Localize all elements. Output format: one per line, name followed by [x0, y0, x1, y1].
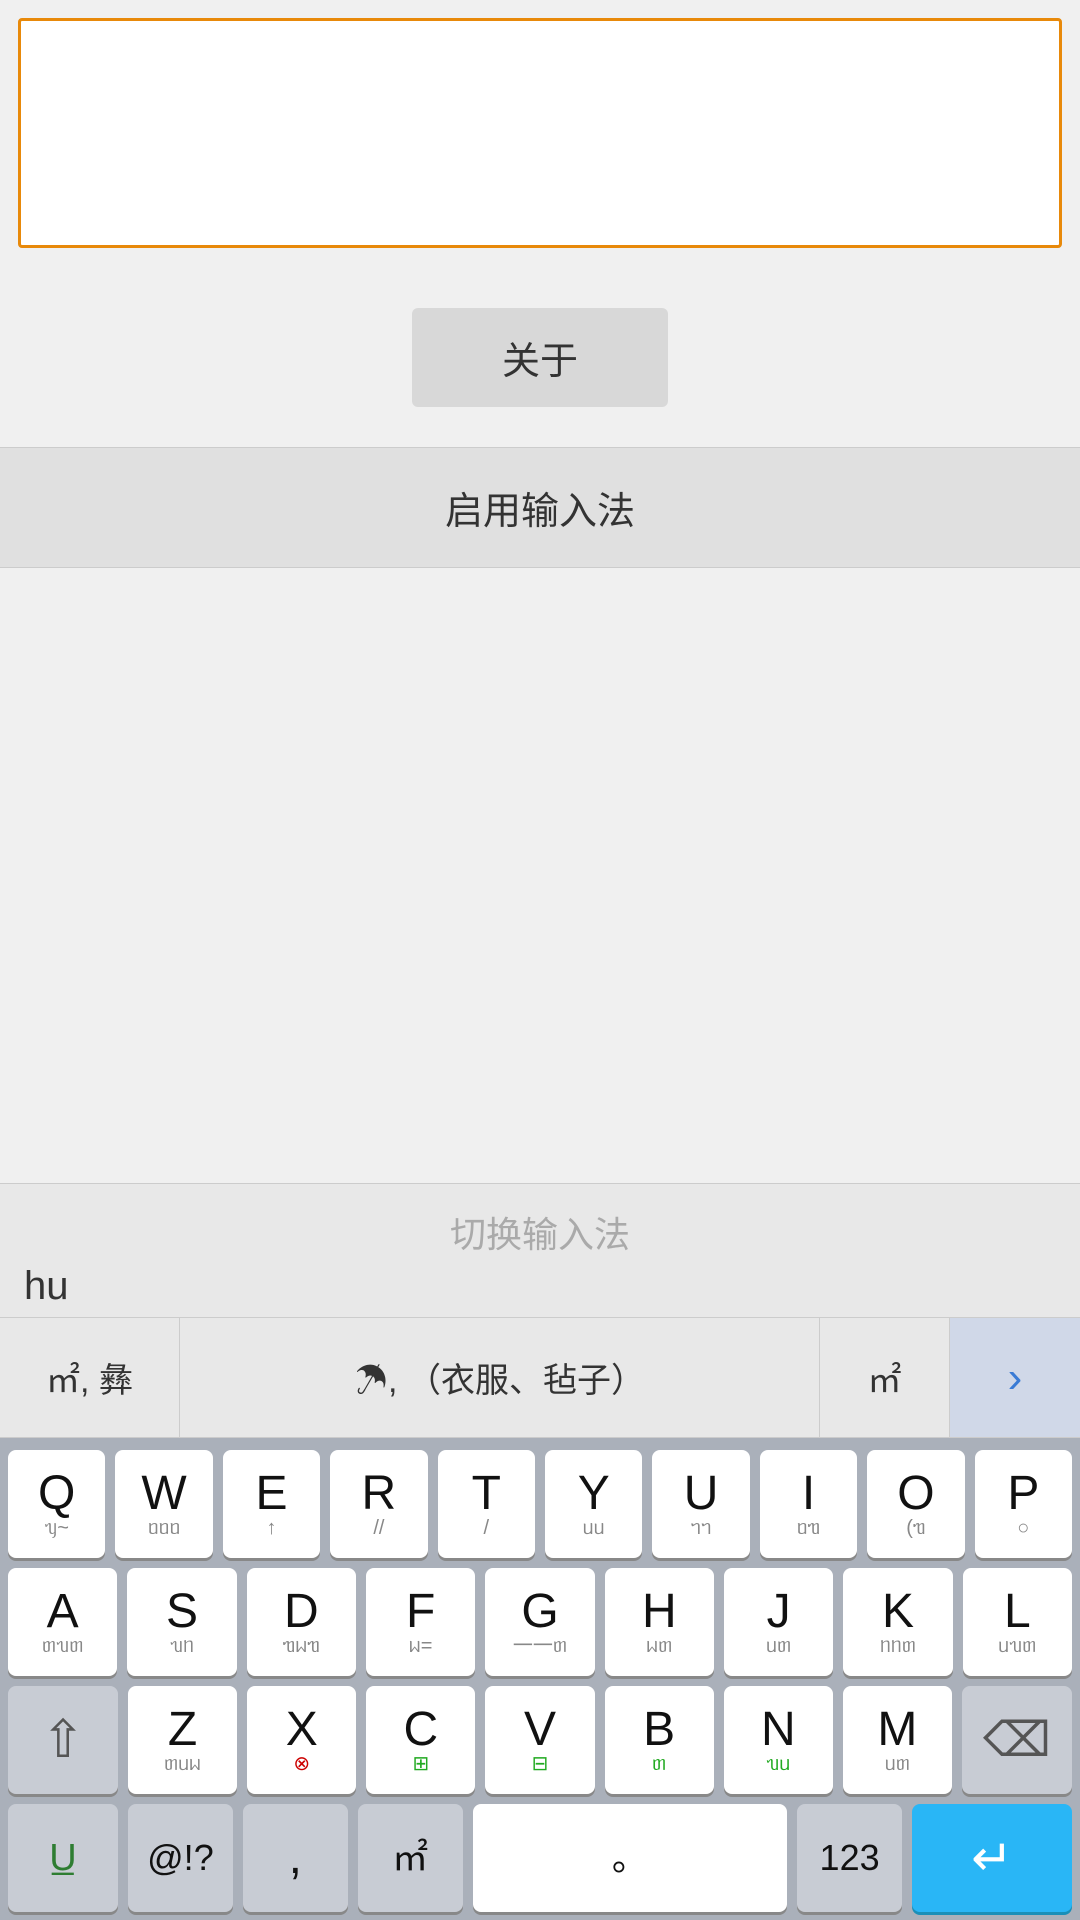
key-R[interactable]: R //: [330, 1450, 427, 1558]
enable-ime-button[interactable]: 启用输入法: [0, 447, 1080, 568]
shift-icon: ⇧: [41, 1710, 85, 1770]
candidate-item-1[interactable]: ☂, （衣服、毡子）: [180, 1318, 820, 1437]
key-L[interactable]: L ᥙᥔᥖ: [963, 1568, 1072, 1676]
key-S[interactable]: S ᥔᥒ: [127, 1568, 236, 1676]
ime-container: 切换输入法 hu ㎡, 彝 ☂, （衣服、毡子） ㎡ › Q ᥡ~ W ᥝᥝᥝ: [0, 1183, 1080, 1920]
key-E[interactable]: E ↑: [223, 1450, 320, 1558]
key-V[interactable]: V ⊟: [485, 1686, 594, 1794]
switch-ime-bar[interactable]: 切换输入法 hu: [0, 1183, 1080, 1318]
key-Q[interactable]: Q ᥡ~: [8, 1450, 105, 1558]
num-key[interactable]: 123: [797, 1804, 902, 1912]
key-F[interactable]: F ᥕ=: [366, 1568, 475, 1676]
key-X[interactable]: X ⊗: [247, 1686, 356, 1794]
key-row-2: A ᥖᥔᥖ S ᥔᥒ D ᥓᥕᥓ F ᥕ= G 一一ᥖ H ᥕᥖ: [8, 1568, 1072, 1676]
key-J[interactable]: J ᥙᥖ: [724, 1568, 833, 1676]
about-button[interactable]: 关于: [412, 308, 668, 407]
backspace-icon: ⌫: [983, 1712, 1051, 1768]
enter-key[interactable]: ↵: [912, 1804, 1072, 1912]
space-key[interactable]: 。: [473, 1804, 788, 1912]
keyboard: Q ᥡ~ W ᥝᥝᥝ E ↑ R // T / Y ᥙᥙ: [0, 1438, 1080, 1920]
candidate-item-2[interactable]: ㎡: [820, 1318, 950, 1437]
key-P[interactable]: P ○: [975, 1450, 1072, 1558]
key-row-4: U̲ @!? , ㎡ 。 123 ↵: [8, 1804, 1072, 1912]
key-T[interactable]: T /: [438, 1450, 535, 1558]
candidate-text-2: ㎡: [868, 1353, 902, 1402]
typed-text: hu: [20, 1264, 1060, 1309]
lang-key[interactable]: U̲: [8, 1804, 118, 1912]
candidate-text-0: ㎡, 彝: [46, 1353, 133, 1402]
middle-area: 关于 启用输入法: [0, 248, 1080, 1183]
key-W[interactable]: W ᥝᥝᥝ: [115, 1450, 212, 1558]
candidate-bar: ㎡, 彝 ☂, （衣服、毡子） ㎡ ›: [0, 1318, 1080, 1438]
key-U[interactable]: U ᥐᥐ: [652, 1450, 749, 1558]
key-H[interactable]: H ᥕᥖ: [605, 1568, 714, 1676]
key-B[interactable]: B ᥖ: [605, 1686, 714, 1794]
candidate-item-0[interactable]: ㎡, 彝: [0, 1318, 180, 1437]
key-Y[interactable]: Y ᥙᥙ: [545, 1450, 642, 1558]
text-input-area[interactable]: [18, 18, 1062, 248]
key-K[interactable]: K ᥒᥒᥖ: [843, 1568, 952, 1676]
special-char-key[interactable]: @!?: [128, 1804, 233, 1912]
key-A[interactable]: A ᥖᥔᥖ: [8, 1568, 117, 1676]
input-method-key[interactable]: ㎡: [358, 1804, 463, 1912]
shift-key[interactable]: ⇧: [8, 1686, 118, 1794]
key-O[interactable]: O (ᥓ: [867, 1450, 964, 1558]
chevron-right-icon: ›: [1008, 1353, 1023, 1403]
key-row-1: Q ᥡ~ W ᥝᥝᥝ E ↑ R // T / Y ᥙᥙ: [8, 1450, 1072, 1558]
key-N[interactable]: N ᥔᥙ: [724, 1686, 833, 1794]
key-D[interactable]: D ᥓᥕᥓ: [247, 1568, 356, 1676]
key-M[interactable]: M ᥙᥖ: [843, 1686, 952, 1794]
backspace-key[interactable]: ⌫: [962, 1686, 1072, 1794]
key-row-3: ⇧ Z ᥖᥙᥕ X ⊗ C ⊞ V ⊟ B ᥖ N: [8, 1686, 1072, 1794]
candidate-more-button[interactable]: ›: [950, 1318, 1080, 1437]
key-G[interactable]: G 一一ᥖ: [485, 1568, 594, 1676]
candidate-text-1: ☂, （衣服、毡子）: [354, 1353, 645, 1402]
key-I[interactable]: I ᥝᥓ: [760, 1450, 857, 1558]
key-C[interactable]: C ⊞: [366, 1686, 475, 1794]
comma-key[interactable]: ,: [243, 1804, 348, 1912]
switch-ime-label: 切换输入法: [20, 1206, 1060, 1258]
key-Z[interactable]: Z ᥖᥙᥕ: [128, 1686, 237, 1794]
